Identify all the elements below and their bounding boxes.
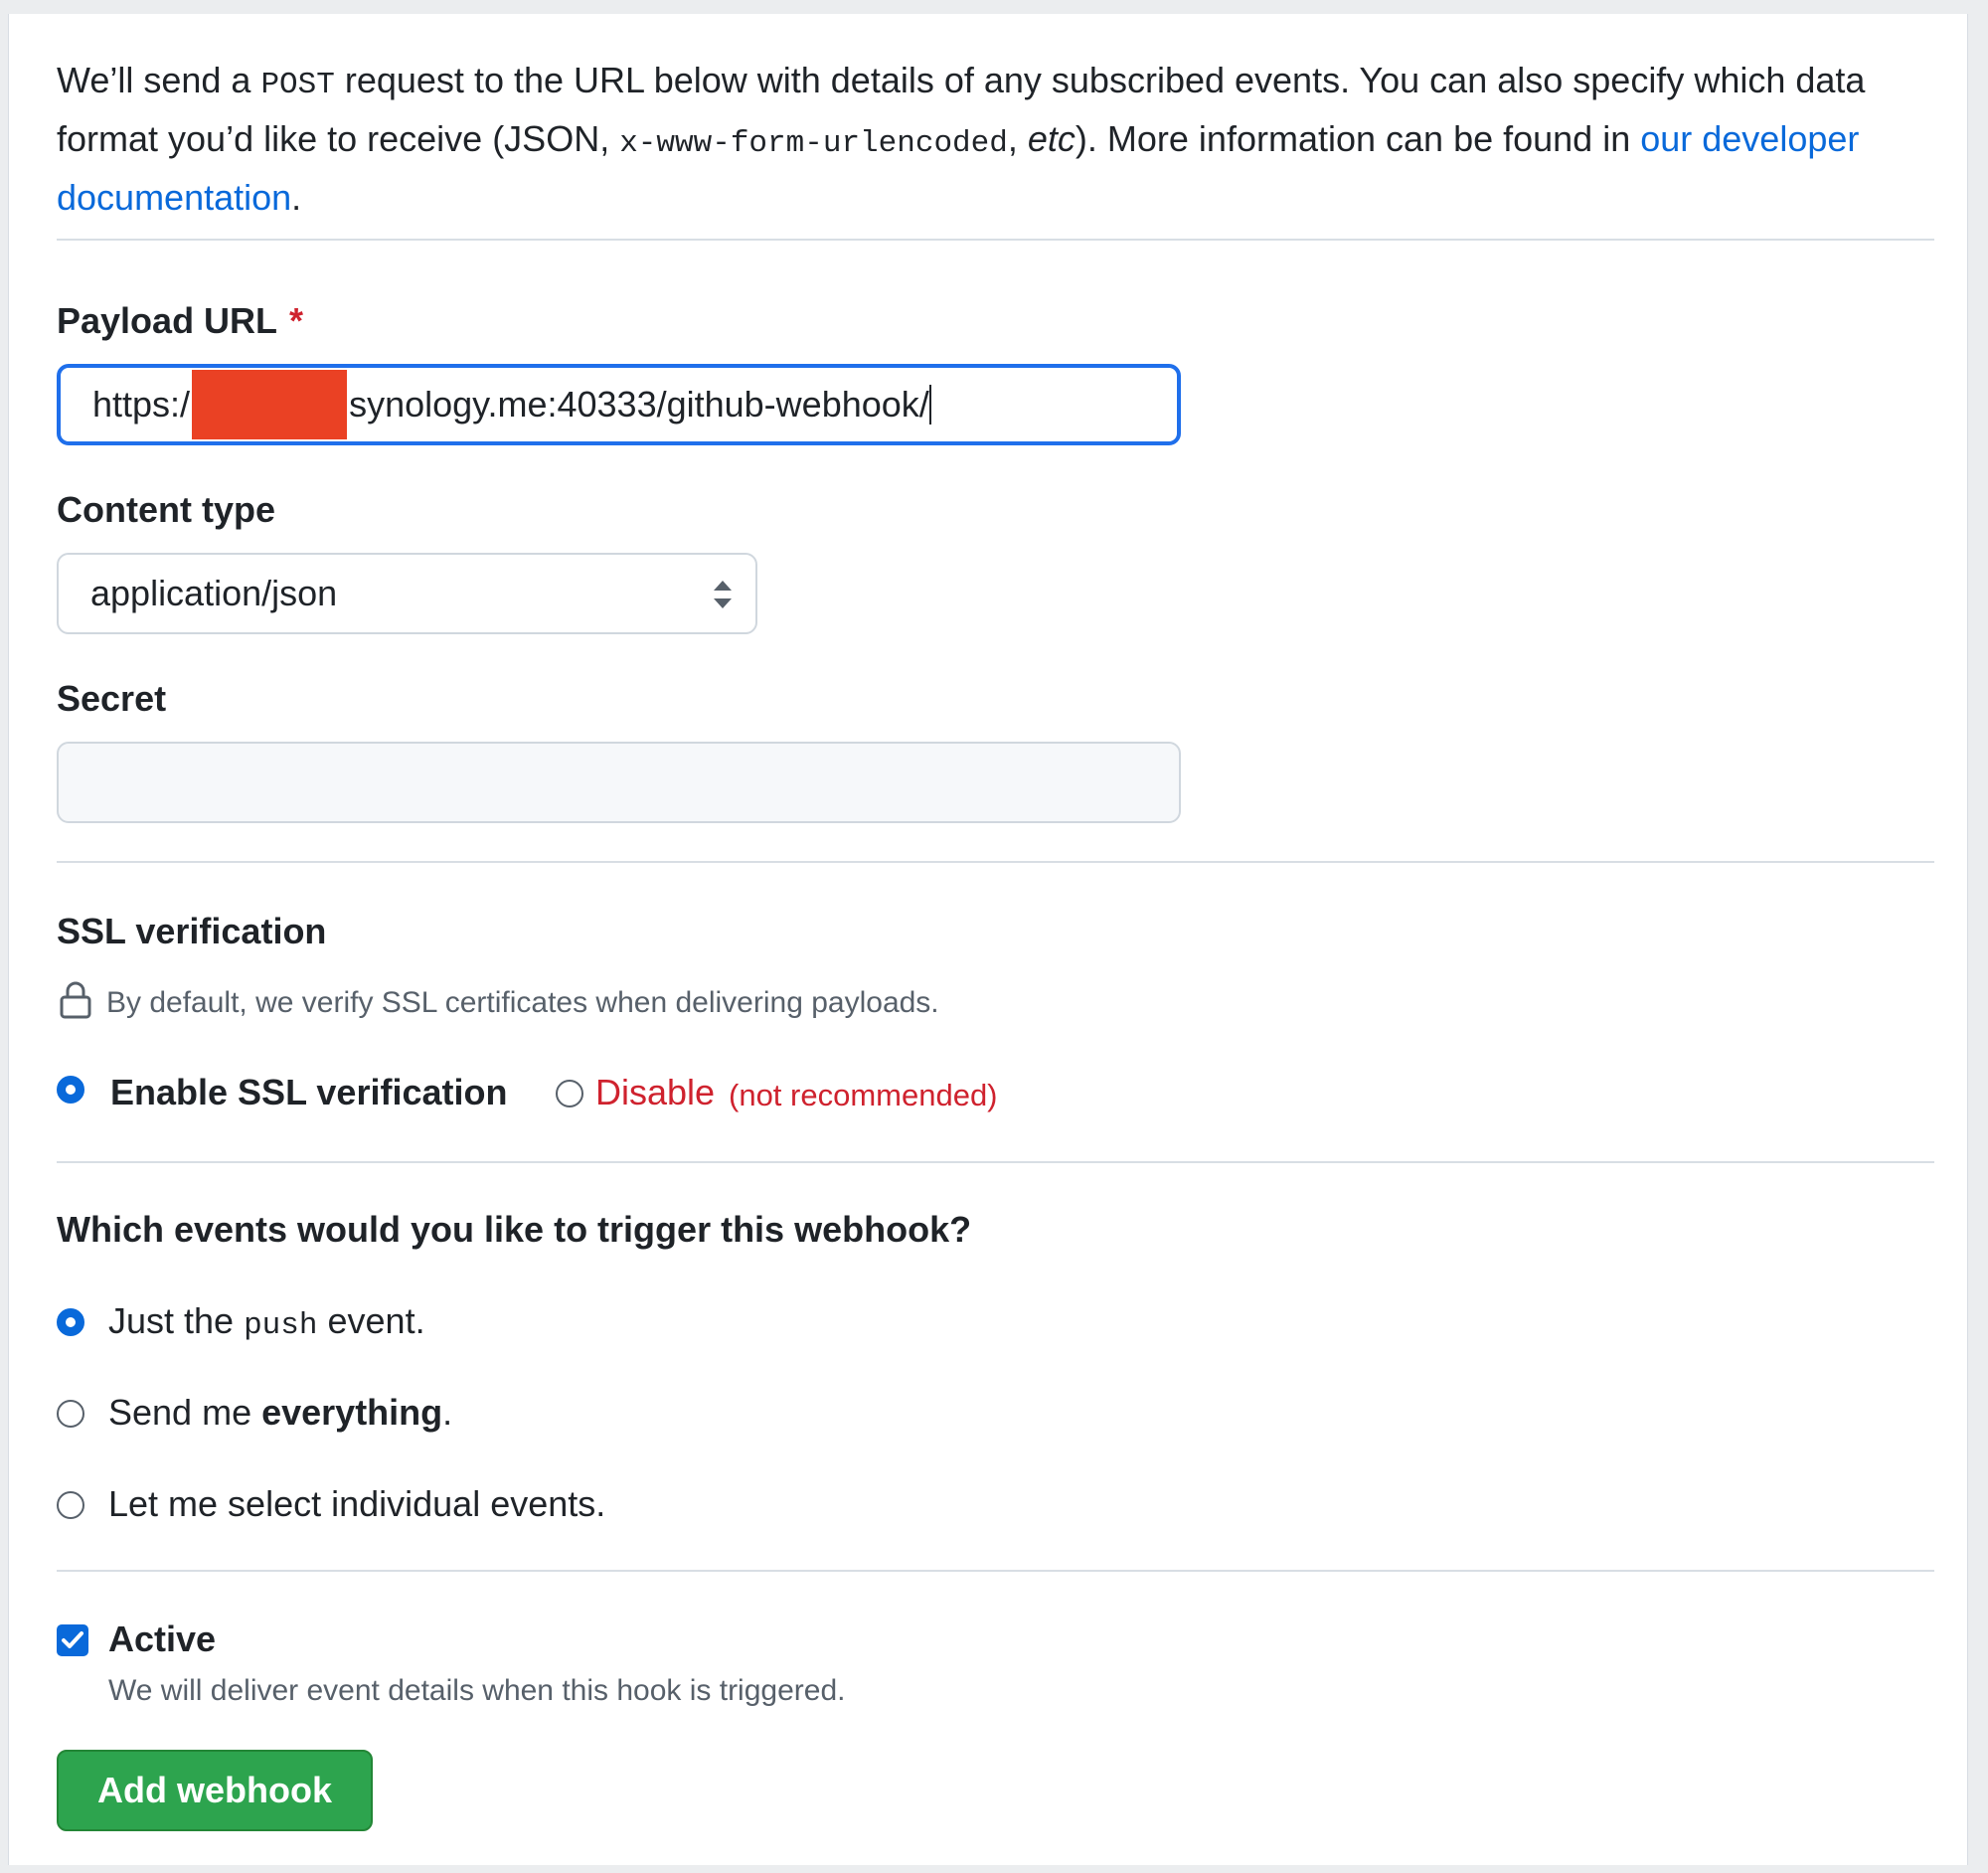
etc-text: etc [1027,118,1076,159]
content-type-select[interactable]: application/json [57,553,757,634]
disable-ssl-radio[interactable] [556,1080,583,1107]
everything-text: Send me [108,1392,262,1433]
individual-events-radio[interactable] [57,1491,84,1519]
push-event-radio[interactable] [57,1308,84,1336]
disable-ssl-label[interactable]: Disable [595,1072,715,1113]
everything-label[interactable]: Send me everything. [108,1392,452,1434]
not-recommended-note: (not recommended) [729,1078,998,1112]
checkmark-icon [62,1631,83,1648]
lock-icon [60,981,91,1019]
text-caret [928,385,931,425]
divider [57,1570,1934,1572]
intro-text: We’ll send a POST request to the URL bel… [57,54,1945,225]
individual-events-label[interactable]: Let me select individual events. [108,1483,605,1525]
required-mark: * [289,300,304,341]
content-type-value: application/json [90,573,338,613]
secret-input[interactable] [57,742,1181,823]
push-event-text: Just the [108,1300,245,1341]
post-code: POST [260,68,335,102]
ssl-description: By default, we verify SSL certificates w… [106,986,939,1019]
secret-label: Secret [57,678,167,719]
everything-text: . [442,1392,453,1433]
enable-ssl-radio[interactable] [57,1076,84,1104]
divider [57,861,1934,863]
redacted-block [192,370,348,439]
payload-url-input[interactable]: https:/ synology.me:40333/github-webhook/ [57,364,1181,445]
webhook-form-panel: We’ll send a POST request to the URL bel… [8,14,1968,1865]
intro-text-part: ). More information can be found in [1075,118,1641,159]
push-code: push [244,1308,318,1343]
url-suffix: synology.me:40333/github-webhook/ [349,384,929,425]
intro-text-part: We’ll send a [57,60,261,100]
content-type-label: Content type [57,489,275,530]
divider [57,1161,1934,1163]
enable-ssl-label[interactable]: Enable SSL verification [110,1072,507,1113]
ssl-heading: SSL verification [57,911,327,951]
push-event-label[interactable]: Just the push event. [108,1300,425,1343]
active-label[interactable]: Active [108,1618,216,1660]
payload-url-label: Payload URL * [57,300,303,342]
push-event-text: event. [317,1300,425,1341]
active-description: We will deliver event details when this … [108,1674,846,1707]
events-heading: Which events would you like to trigger t… [57,1209,972,1250]
payload-url-label-text: Payload URL [57,300,278,341]
everything-bold: everything [261,1392,443,1433]
intro-text-part: . [291,177,302,218]
url-prefix: https:/ [92,384,191,425]
add-webhook-button[interactable]: Add webhook [57,1750,373,1831]
select-arrows-icon [714,581,732,608]
everything-radio[interactable] [57,1400,84,1428]
format-code: x-www-form-urlencoded [619,126,1008,161]
intro-text-part: , [1007,118,1028,159]
active-checkbox[interactable] [57,1624,88,1656]
divider [57,239,1934,241]
